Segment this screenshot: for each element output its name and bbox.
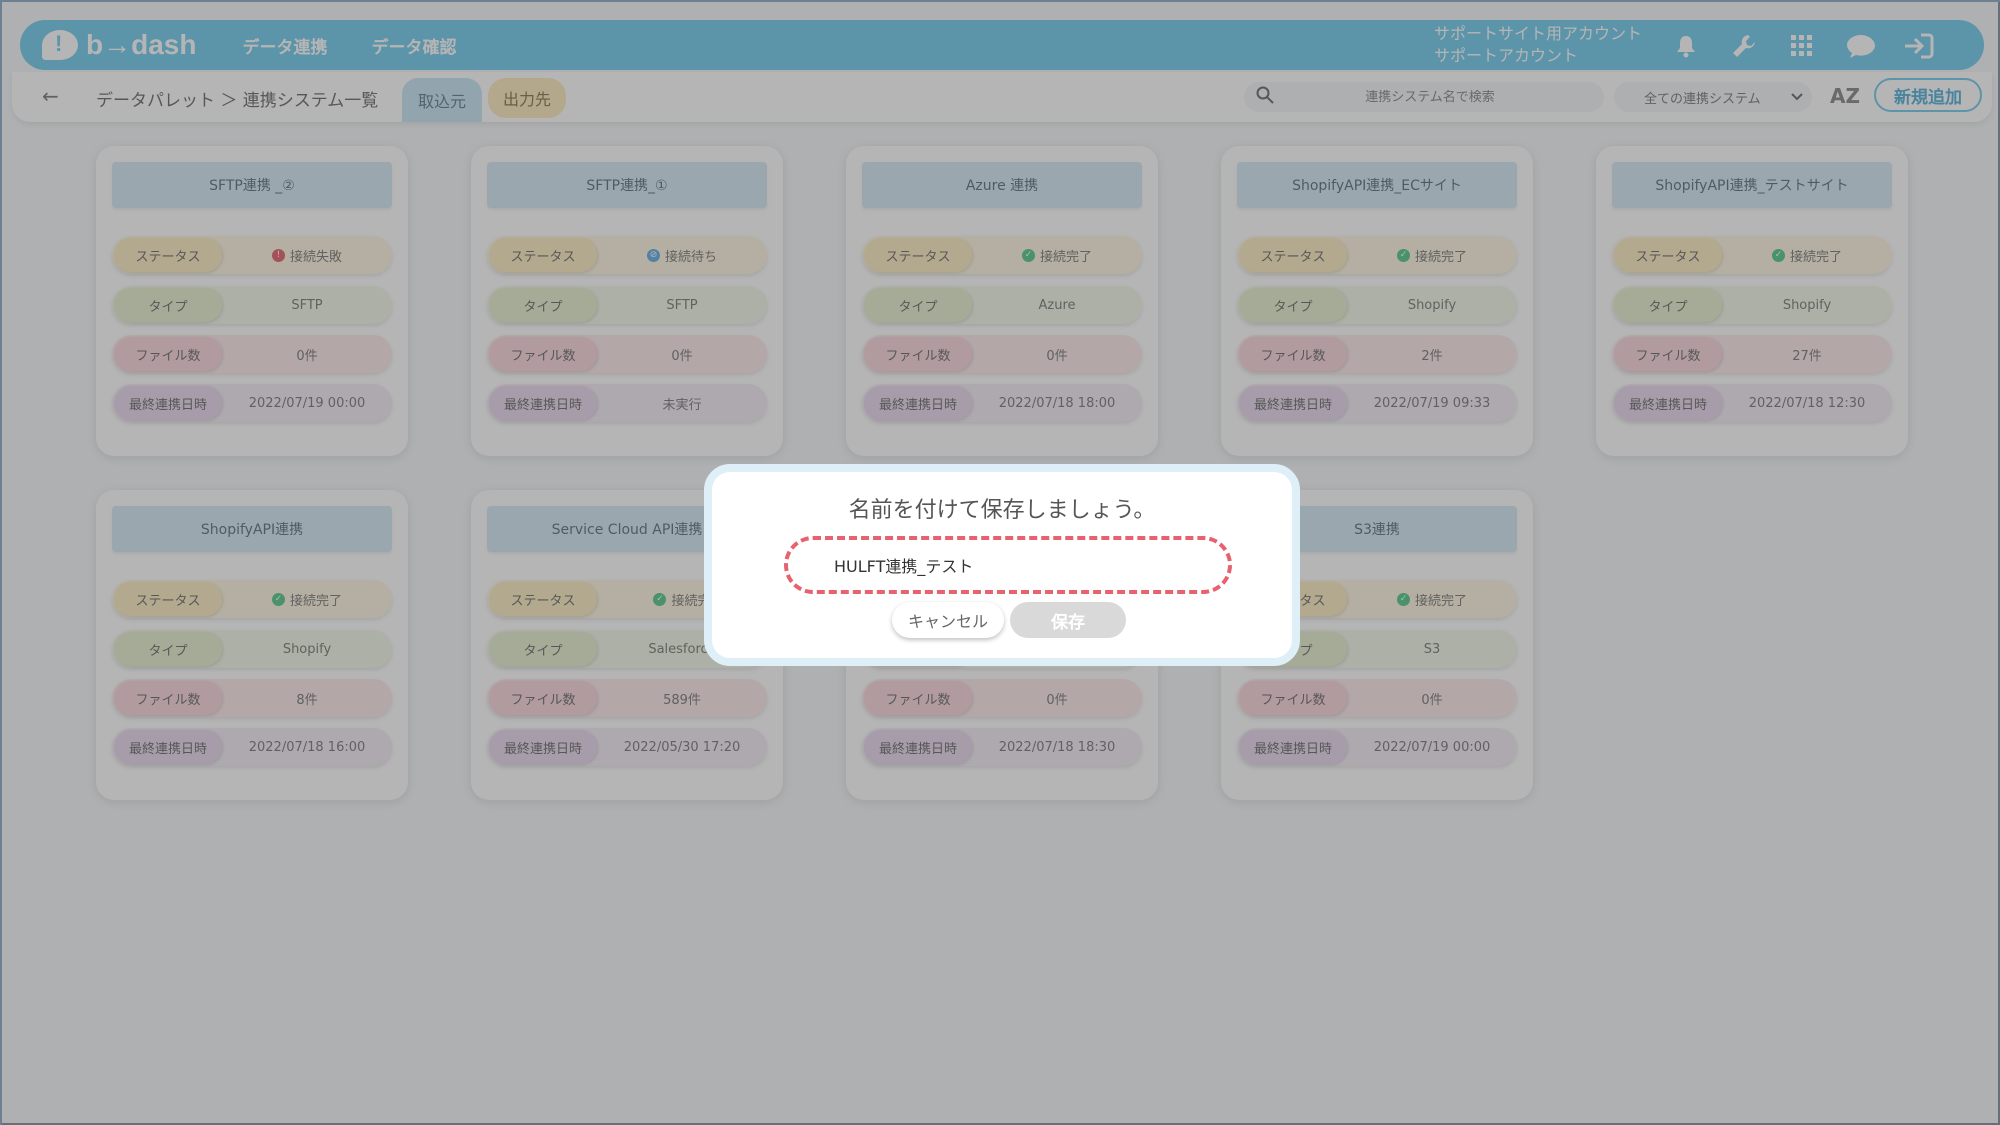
dialog-title: 名前を付けて保存しましょう。 [848, 498, 1156, 523]
name-input[interactable] [784, 536, 1232, 594]
save-name-dialog: 名前を付けて保存しましょう。 キャンセル 保存 [704, 464, 1300, 666]
cancel-button[interactable]: キャンセル [892, 602, 1004, 638]
save-button[interactable]: 保存 [1010, 602, 1126, 638]
app-window: b→dash データ連携 データ確認 サポートサイト用アカウント サポートアカウ… [0, 0, 2000, 1125]
